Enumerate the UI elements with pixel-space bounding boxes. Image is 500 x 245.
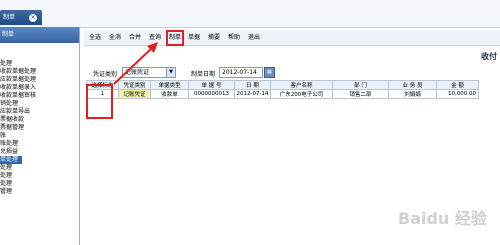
watermark: Baidu 经验 [398, 209, 487, 228]
